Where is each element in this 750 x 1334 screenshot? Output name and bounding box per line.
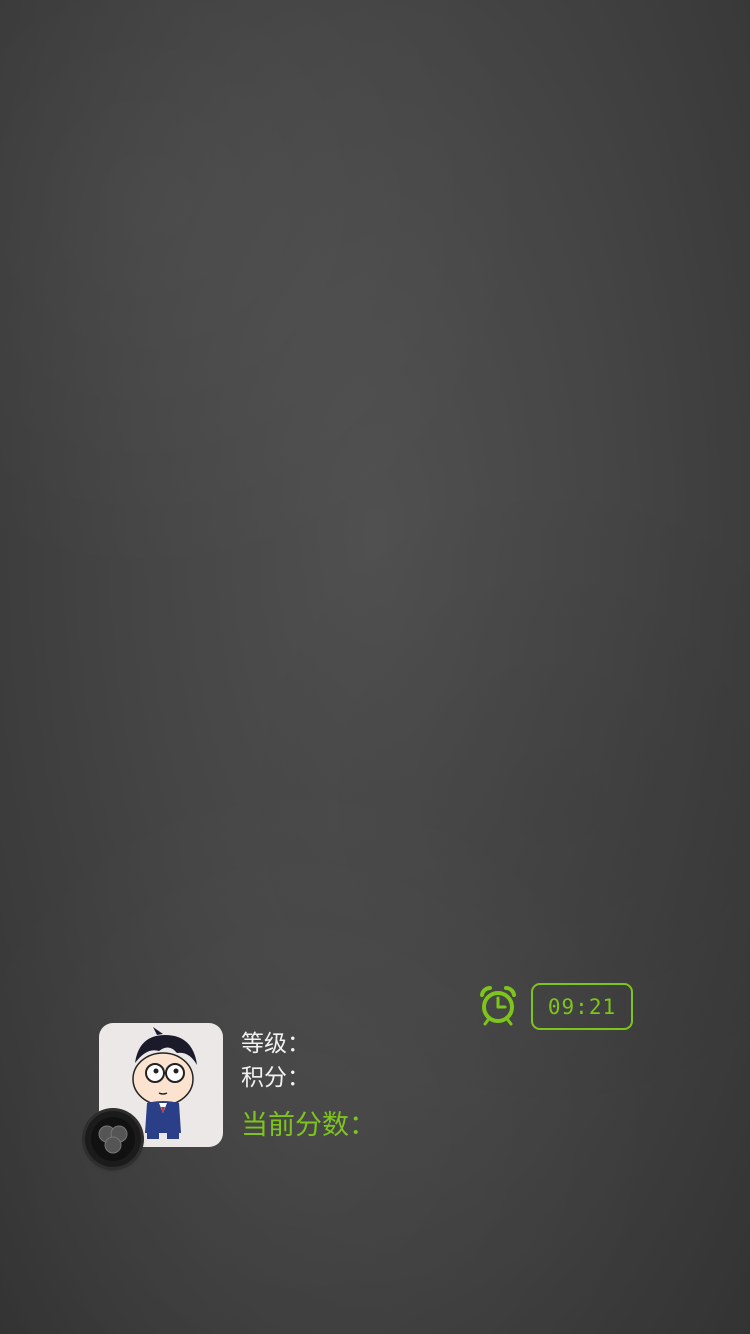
points-label: 积分： [241,1065,310,1091]
timer-value: 09:21 [547,994,617,1019]
alarm-clock-icon [476,983,520,1027]
level-label: 等级： [241,1031,310,1057]
timer-display: 09:21 [531,983,633,1030]
current-score-label: 当前分数： [241,1110,376,1141]
shutter-badge-icon[interactable] [85,1111,141,1167]
